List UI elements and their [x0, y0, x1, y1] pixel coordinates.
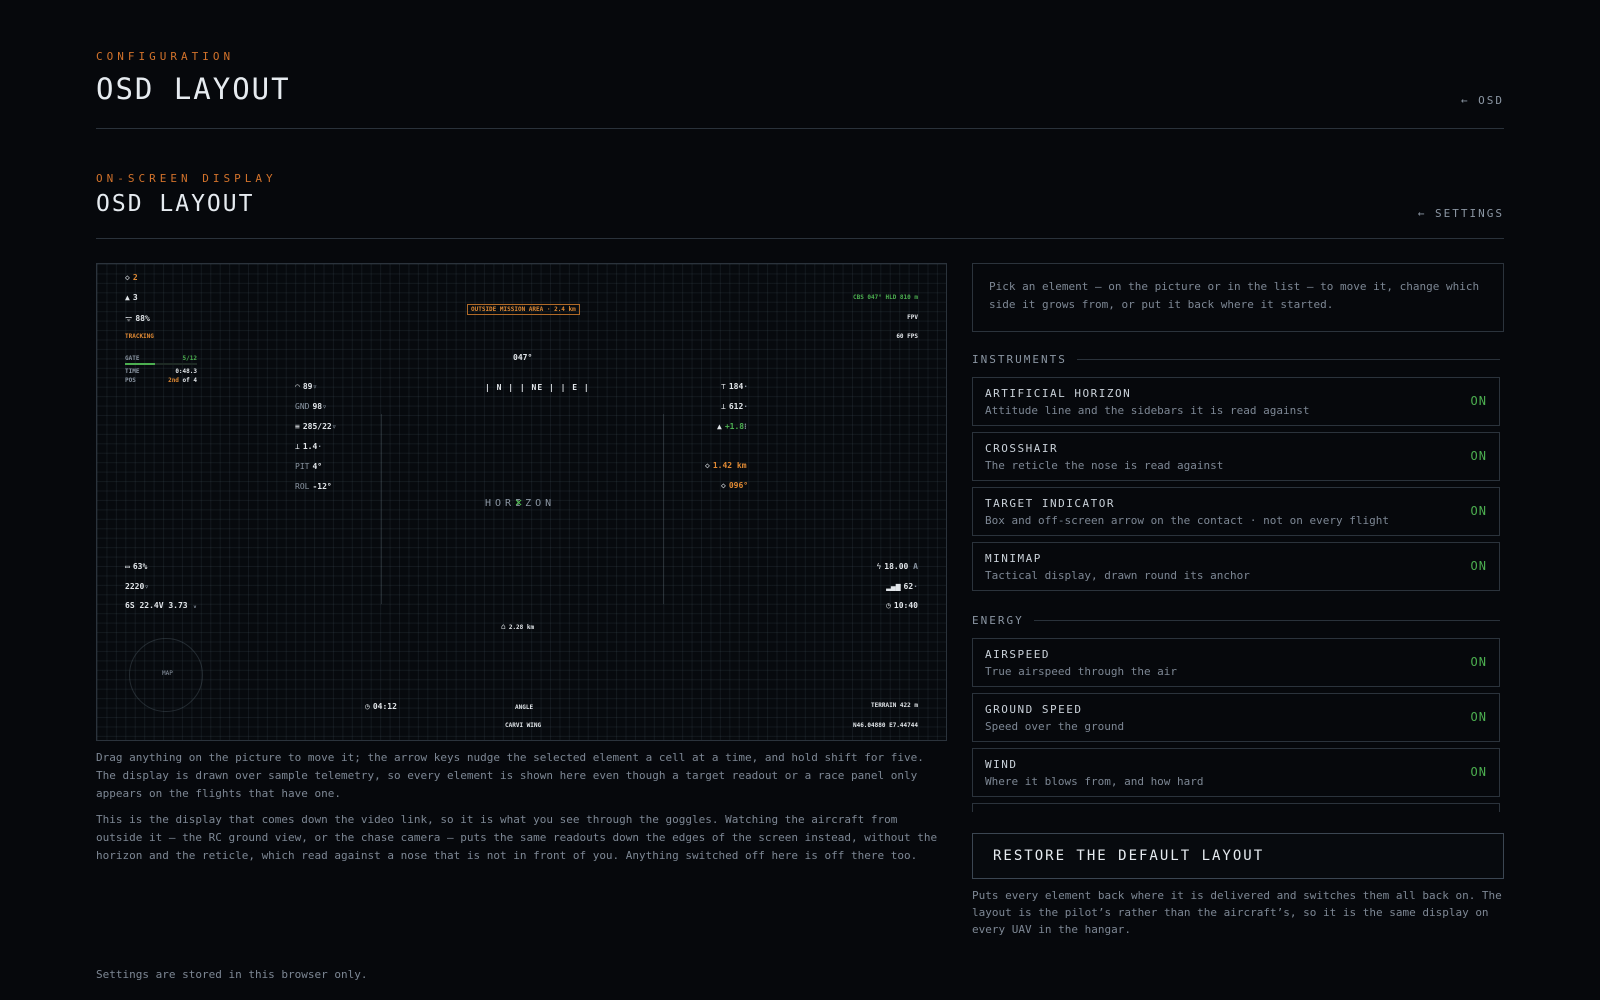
osd-terrain[interactable]: TERRAIN 422 m — [871, 702, 918, 709]
aircraft-icon: ▲ — [125, 293, 130, 302]
back-to-settings-link[interactable]: ← SETTINGS — [1418, 207, 1504, 220]
restore-note: Puts every element back where it is deli… — [972, 889, 1502, 936]
osd-crosshair[interactable]: ✕ — [515, 495, 522, 509]
osd-current[interactable]: ϟ 18.00 A — [876, 562, 918, 571]
race-gate-progress — [125, 363, 197, 365]
osd-ground-speed[interactable]: GND 98▿ — [295, 402, 327, 411]
osd-vario[interactable]: ▲ +1.8⁝ — [717, 422, 747, 431]
wifi-icon: ᯤ — [125, 314, 133, 323]
race-time-row: TIME 0:48.3 — [125, 368, 197, 375]
minimap-label: MAP — [162, 670, 173, 677]
list-item-crosshair[interactable]: CROSSHAIR The reticle the nose is read a… — [972, 432, 1500, 481]
stopwatch-icon: ◷ — [365, 702, 370, 711]
toggle-state[interactable]: ON — [1471, 710, 1487, 724]
page-title: OSD LAYOUT — [96, 72, 291, 106]
osd-pitch[interactable]: PIT 4° — [295, 462, 322, 471]
list-item-next-partial[interactable] — [972, 803, 1500, 812]
toggle-state[interactable]: ON — [1471, 655, 1487, 669]
element-list[interactable]: INSTRUMENTS ARTIFICIAL HORIZON Attitude … — [972, 351, 1504, 812]
toggle-state[interactable]: ON — [1471, 765, 1487, 779]
osd-target-bearing[interactable]: ◇ 096° — [721, 481, 748, 490]
toggle-state[interactable]: ON — [1471, 394, 1487, 408]
osd-sats[interactable]: ◇ 2 — [125, 273, 138, 282]
group-instruments-header: INSTRUMENTS — [972, 353, 1500, 366]
restore-default-layout-button[interactable]: RESTORE THE DEFAULT LAYOUT — [972, 833, 1504, 879]
section-divider — [96, 238, 1504, 239]
osd-coordinates[interactable]: N46.04880 E7.44744 — [853, 722, 918, 729]
race-pos-row: POS 2nd of 4 — [125, 377, 197, 384]
horizon-left-sidebar — [381, 414, 382, 604]
clock-icon: ◷ — [886, 601, 891, 610]
osd-altitude-home[interactable]: ⊥ 612· — [721, 402, 748, 411]
osd-preview[interactable]: ◇ 2 ▲ 3 ᯤ 88% TRACKING GATE 5/12 TIME 0:48.… — [96, 263, 947, 741]
section-title: OSD LAYOUT — [96, 191, 255, 217]
race-gate-progress-fill — [125, 363, 156, 365]
osd-heading[interactable]: 047° — [513, 353, 532, 362]
osd-roll[interactable]: ROL -12° — [295, 482, 332, 491]
anchor-icon: ⊥ — [295, 442, 300, 451]
osd-throttle[interactable]: ◠ 89▿ — [295, 382, 317, 391]
toggle-state[interactable]: ON — [1471, 504, 1487, 518]
osd-mission-warning[interactable]: OUTSIDE MISSION AREA · 2.4 km — [467, 304, 580, 315]
race-gate-row: GATE 5/12 — [125, 355, 197, 362]
toggle-state[interactable]: ON — [1471, 559, 1487, 573]
osd-battery-voltage[interactable]: 6S 22.4V 3.73 ᵥ — [125, 601, 197, 610]
climb-icon: ▲ — [717, 422, 722, 431]
lightning-icon: ϟ — [876, 562, 882, 571]
section-eyebrow: ON-SCREEN DISPLAY — [96, 172, 277, 185]
home-altitude-icon: ⊥ — [721, 402, 726, 411]
list-item-wind[interactable]: WIND Where it blows from, and how hard O… — [972, 748, 1500, 797]
osd-consumed-mah[interactable]: 2220▿ — [125, 582, 149, 591]
list-item-minimap[interactable]: MINIMAP Tactical display, drawn round it… — [972, 542, 1500, 591]
list-item-ground-speed[interactable]: GROUND SPEED Speed over the ground ON — [972, 693, 1500, 742]
horizon-right-sidebar — [663, 414, 664, 604]
group-energy-header: ENERGY — [972, 614, 1500, 627]
osd-fpv-label[interactable]: FPV — [907, 314, 918, 321]
altitude-icon: ⊤ — [721, 382, 726, 391]
osd-wind[interactable]: ≡ 285/22▿ — [295, 422, 337, 431]
bearing-icon: ◇ — [721, 481, 726, 490]
storage-footer: Settings are stored in this browser only… — [96, 968, 368, 981]
osd-altitude[interactable]: ⊤ 184· — [721, 382, 748, 391]
crosshair-icon: ✕ — [515, 495, 523, 509]
home-icon: ⌂ — [501, 622, 506, 631]
osd-link-quality[interactable]: ᯤ 88% — [125, 313, 150, 324]
header-divider — [96, 128, 1504, 129]
osd-flight-time[interactable]: ◷ 10:40 — [886, 601, 918, 610]
list-item-target-indicator[interactable]: TARGET INDICATOR Box and off-screen arro… — [972, 487, 1500, 536]
osd-target-distance[interactable]: ◇ 1.42 km — [705, 461, 747, 470]
wind-icon: ≡ — [295, 422, 300, 431]
osd-compass-tape[interactable]: | N | | NE | | E | — [485, 383, 590, 392]
osd-home-distance[interactable]: ⌂ 2.28 km — [501, 622, 534, 631]
osd-minimap[interactable]: MAP — [129, 638, 203, 712]
preview-caption-1: Drag anything on the picture to move it;… — [96, 751, 924, 800]
toggle-state[interactable]: ON — [1471, 449, 1487, 463]
satellite-icon: ◇ — [125, 273, 130, 282]
osd-race-panel[interactable]: GATE 5/12 TIME 0:48.3 POS 2nd of 4 — [125, 355, 197, 384]
osd-rssi[interactable]: ▂▄▆ 62· — [886, 582, 918, 591]
signal-bars-icon: ▂▄▆ — [886, 582, 901, 591]
selection-hint: Pick an element — on the picture or in t… — [972, 263, 1504, 332]
list-item-airspeed[interactable]: AIRSPEED True airspeed through the air O… — [972, 638, 1500, 687]
back-to-osd-link[interactable]: ← OSD — [1461, 94, 1504, 107]
osd-tracking[interactable]: TRACKING — [125, 333, 154, 340]
osd-timer[interactable]: ◷ 04:12 — [365, 702, 397, 711]
osd-sink[interactable]: ⊥ 1.4· — [295, 442, 322, 451]
preview-caption-2: This is the display that comes down the … — [96, 813, 938, 862]
osd-aircraft-name[interactable]: CARVI WING — [505, 722, 541, 729]
target-icon: ◇ — [705, 461, 710, 470]
osd-fps[interactable]: 60 FPS — [896, 333, 918, 340]
osd-uav-count[interactable]: ▲ 3 — [125, 293, 138, 302]
list-item-artificial-horizon[interactable]: ARTIFICIAL HORIZON Attitude line and the… — [972, 377, 1500, 426]
gauge-icon: ◠ — [295, 382, 300, 391]
page-eyebrow: CONFIGURATION — [96, 50, 235, 63]
battery-icon: ▭ — [125, 562, 130, 571]
osd-cbs[interactable]: CBS 047° HLD 810 m — [853, 294, 918, 301]
osd-flight-mode[interactable]: ANGLE — [515, 704, 533, 711]
osd-battery-percent[interactable]: ▭ 63% — [125, 562, 147, 571]
